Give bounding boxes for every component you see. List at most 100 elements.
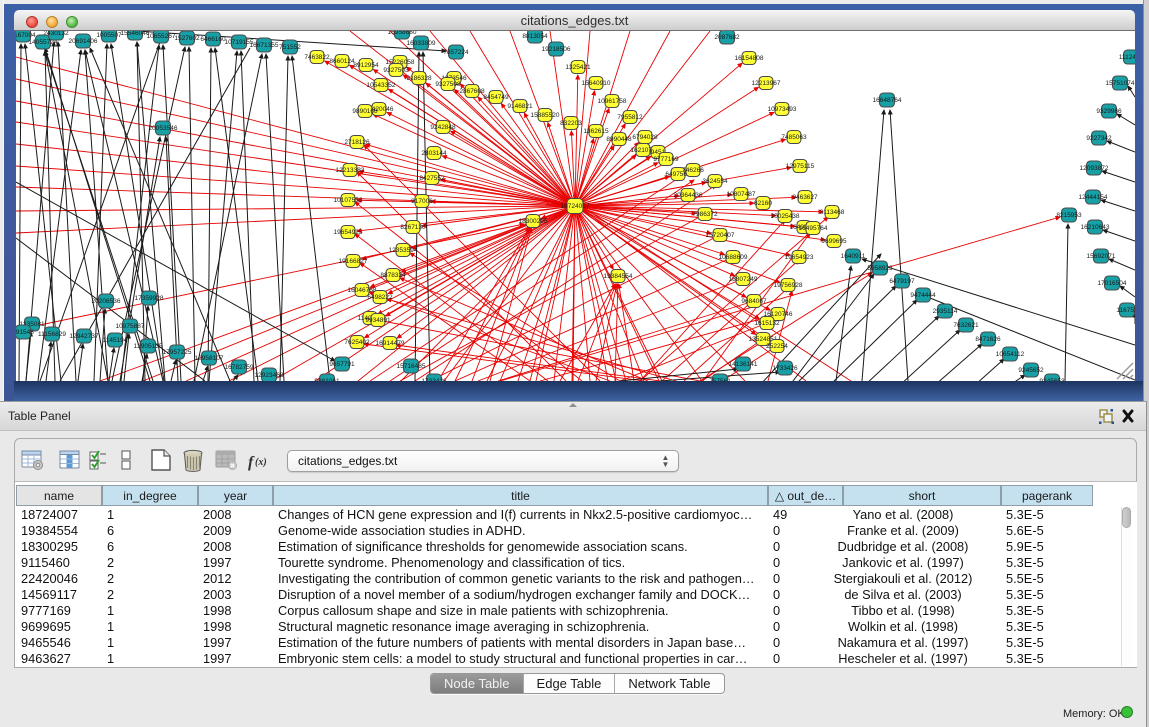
- svg-text:10961758: 10961758: [598, 98, 627, 105]
- svg-text:12905135: 12905135: [134, 343, 163, 350]
- svg-text:7485063: 7485063: [781, 134, 807, 141]
- svg-text:12444154: 12444154: [1079, 194, 1108, 201]
- svg-text:7463822: 7463822: [304, 54, 330, 61]
- svg-text:19166827: 19166827: [339, 258, 368, 265]
- svg-text:2718126: 2718126: [344, 139, 370, 146]
- svg-text:10543352: 10543352: [367, 82, 396, 89]
- svg-text:15751074: 15751074: [1106, 80, 1135, 87]
- svg-text:832203: 832203: [560, 120, 582, 127]
- svg-text:1362615: 1362615: [583, 128, 609, 135]
- svg-text:9777169: 9777169: [653, 156, 679, 163]
- svg-text:10807487: 10807487: [727, 191, 756, 198]
- svg-text:9329966: 9329966: [1096, 108, 1122, 115]
- svg-text:9890168: 9890168: [352, 108, 378, 115]
- svg-text:1005507: 1005507: [96, 32, 122, 39]
- svg-text:16914479: 16914479: [376, 340, 405, 347]
- svg-text:10958107: 10958107: [195, 355, 224, 362]
- svg-text:12353594: 12353594: [389, 247, 418, 254]
- svg-text:62160: 62160: [754, 200, 772, 207]
- svg-text:10654112: 10654112: [996, 351, 1025, 358]
- svg-text:9934891: 9934891: [365, 317, 391, 324]
- svg-text:14136141: 14136141: [729, 361, 758, 368]
- svg-text:12093872: 12093872: [1080, 165, 1109, 172]
- svg-text:1733426: 1733426: [772, 365, 798, 372]
- svg-text:2087682: 2087682: [714, 34, 740, 41]
- svg-text:16782759: 16782759: [225, 364, 254, 371]
- svg-text:16671355: 16671355: [250, 42, 279, 49]
- svg-text:7625402: 7625402: [344, 339, 370, 346]
- svg-text:17957225: 17957225: [163, 349, 192, 356]
- svg-text:8990448: 8990448: [606, 136, 632, 143]
- svg-text:7632621: 7632621: [953, 322, 979, 329]
- svg-text:9981061: 9981061: [314, 378, 340, 381]
- svg-text:16033809: 16033809: [407, 40, 436, 47]
- svg-text:12213967: 12213967: [752, 80, 781, 87]
- svg-text:20206536: 20206536: [92, 298, 121, 305]
- svg-text:252254: 252254: [766, 343, 788, 350]
- svg-text:20053546: 20053546: [149, 125, 178, 132]
- svg-text:746266: 746266: [682, 167, 704, 174]
- svg-text:6794028: 6794028: [632, 134, 658, 141]
- svg-text:8427552: 8427552: [419, 175, 445, 182]
- svg-text:9227342: 9227342: [1086, 135, 1112, 142]
- svg-text:751552: 751552: [279, 44, 301, 51]
- svg-text:15716485: 15716485: [397, 363, 426, 370]
- svg-text:15692071: 15692071: [1087, 253, 1116, 260]
- svg-text:9242848: 9242848: [430, 124, 456, 131]
- svg-text:1112480: 1112480: [1119, 54, 1135, 61]
- svg-text:9699695: 9699695: [821, 238, 847, 245]
- svg-text:12923468: 12923468: [255, 372, 284, 379]
- svg-text:10655267: 10655267: [147, 33, 176, 40]
- svg-text:15885520: 15885520: [531, 112, 560, 119]
- svg-text:15546046: 15546046: [121, 31, 150, 37]
- svg-text:7986372: 7986372: [692, 211, 718, 218]
- svg-text:f: f: [248, 454, 255, 471]
- svg-text:16648764: 16648764: [873, 97, 902, 104]
- svg-text:15720407: 15720407: [706, 232, 735, 239]
- svg-text:18300295: 18300295: [519, 218, 548, 225]
- svg-text:8471626: 8471626: [975, 336, 1001, 343]
- svg-text:20691406: 20691406: [69, 38, 98, 45]
- svg-text:8186328: 8186328: [406, 75, 432, 82]
- svg-text:15640910: 15640910: [582, 80, 611, 87]
- svg-text:19756928: 19756928: [774, 282, 803, 289]
- svg-text:8878334: 8878334: [380, 272, 406, 279]
- svg-text:9245652: 9245652: [1018, 367, 1044, 374]
- svg-text:6498222: 6498222: [367, 294, 393, 301]
- svg-text:17359928: 17359928: [135, 295, 164, 302]
- svg-text:1640911: 1640911: [841, 253, 866, 260]
- svg-text:9327503: 9327503: [383, 67, 409, 74]
- svg-text:1325421: 1325421: [565, 64, 591, 71]
- svg-text:9474444: 9474444: [910, 292, 936, 299]
- svg-text:917006: 917006: [411, 198, 433, 205]
- svg-text:5958923: 5958923: [867, 265, 893, 272]
- svg-text:2803144: 2803144: [421, 150, 447, 157]
- svg-text:18807249: 18807249: [729, 276, 758, 283]
- svg-text:2935114: 2935114: [933, 308, 958, 315]
- svg-text:10975887: 10975887: [116, 323, 145, 330]
- svg-text:9146821: 9146821: [507, 103, 533, 110]
- svg-text:9684067: 9684067: [741, 298, 767, 305]
- svg-text:1733426: 1733426: [421, 378, 447, 381]
- svg-text:3113468: 3113468: [820, 209, 845, 216]
- svg-text:2430132: 2430132: [43, 31, 69, 37]
- svg-text:757561: 757561: [709, 378, 731, 381]
- svg-text:9657791: 9657791: [329, 361, 355, 368]
- svg-text:9463627: 9463627: [792, 194, 818, 201]
- svg-text:19654925: 19654925: [334, 229, 363, 236]
- svg-text:7955812: 7955812: [617, 114, 643, 121]
- svg-text:6479197: 6479197: [889, 278, 915, 285]
- svg-text:19218506: 19218506: [542, 46, 571, 53]
- svg-text:7357224: 7357224: [443, 49, 469, 56]
- svg-text:391548: 391548: [16, 329, 34, 336]
- svg-text:17016504: 17016504: [1098, 280, 1127, 287]
- svg-text:19654923: 19654923: [785, 254, 814, 261]
- svg-text:1145194: 1145194: [103, 337, 128, 344]
- svg-text:3624554: 3624554: [702, 178, 728, 185]
- svg-text:16210643: 16210643: [1081, 224, 1110, 231]
- svg-text:8267130: 8267130: [400, 224, 426, 231]
- svg-text:10973493: 10973493: [768, 106, 797, 113]
- svg-text:12975115: 12975115: [786, 163, 815, 170]
- svg-text:116753: 116753: [1116, 307, 1135, 314]
- svg-text:9327508: 9327508: [435, 81, 461, 88]
